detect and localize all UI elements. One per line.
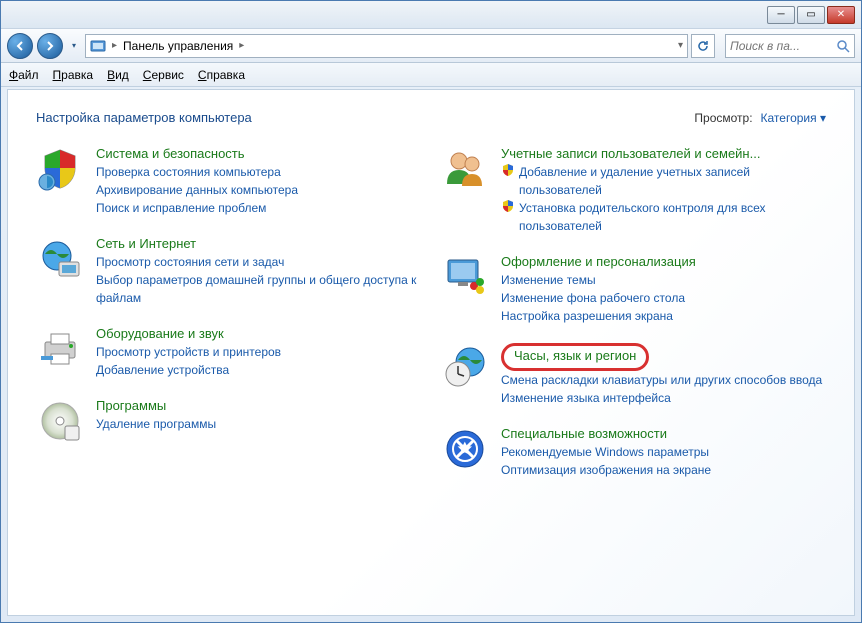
refresh-icon <box>696 39 710 53</box>
navbar: ▾ ▸ Панель управления ▸ ▾ <box>1 29 861 63</box>
maximize-button[interactable]: ▭ <box>797 6 825 24</box>
category-columns: Система и безопасность Проверка состояни… <box>36 145 826 479</box>
breadcrumb-arrow-icon: ▸ <box>239 40 244 51</box>
category-link[interactable]: Изменение языка интерфейса <box>501 389 826 407</box>
monitor-palette-icon <box>441 253 489 301</box>
category-title[interactable]: Сеть и Интернет <box>96 236 196 251</box>
category-hardware: Оборудование и звук Просмотр устройств и… <box>36 325 421 379</box>
category-link[interactable]: Удаление программы <box>96 415 421 433</box>
minimize-button[interactable]: ─ <box>767 6 795 24</box>
menu-view[interactable]: Вид <box>107 68 129 82</box>
category-link[interactable]: Рекомендуемые Windows параметры <box>501 443 826 461</box>
breadcrumb-root[interactable]: Панель управления <box>123 39 233 53</box>
arrow-left-icon <box>14 40 26 52</box>
category-link[interactable]: Просмотр устройств и принтеров <box>96 343 421 361</box>
history-dropdown[interactable]: ▾ <box>67 33 81 59</box>
category-clock-language-region: Часы, язык и регион Смена раскладки клав… <box>441 343 826 407</box>
category-link[interactable]: Архивирование данных компьютера <box>96 181 421 199</box>
close-button[interactable]: ✕ <box>827 6 855 24</box>
address-dropdown-icon[interactable]: ▾ <box>678 40 683 51</box>
category-link[interactable]: Настройка разрешения экрана <box>501 307 826 325</box>
disc-icon <box>36 397 84 445</box>
address-bar[interactable]: ▸ Панель управления ▸ ▾ <box>85 34 688 58</box>
globe-network-icon <box>36 235 84 283</box>
category-link[interactable]: Добавление устройства <box>96 361 421 379</box>
content-header: Настройка параметров компьютера Просмотр… <box>36 110 826 125</box>
category-title[interactable]: Оформление и персонализация <box>501 254 696 269</box>
back-button[interactable] <box>7 33 33 59</box>
uac-shield-icon <box>501 163 515 177</box>
menu-edit[interactable]: Правка <box>53 68 94 82</box>
category-link[interactable]: Поиск и исправление проблем <box>96 199 421 217</box>
category-network: Сеть и Интернет Просмотр состояния сети … <box>36 235 421 307</box>
content-pane: Настройка параметров компьютера Просмотр… <box>7 89 855 616</box>
category-link[interactable]: Изменение темы <box>501 271 826 289</box>
category-link[interactable]: Оптимизация изображения на экране <box>501 461 826 479</box>
menubar: Файл Правка Вид Сервис Справка <box>1 63 861 87</box>
category-link[interactable]: Установка родительского контроля для все… <box>501 199 826 235</box>
view-selector: Просмотр: Категория ▾ <box>694 111 826 125</box>
menu-tools[interactable]: Сервис <box>143 68 184 82</box>
page-title: Настройка параметров компьютера <box>36 110 252 125</box>
shield-icon <box>36 145 84 193</box>
category-link[interactable]: Просмотр состояния сети и задач <box>96 253 421 271</box>
category-ease-of-access: Специальные возможности Рекомендуемые Wi… <box>441 425 826 479</box>
category-title[interactable]: Учетные записи пользователей и семейн... <box>501 146 760 161</box>
category-title[interactable]: Часы, язык и регион <box>514 348 636 363</box>
category-link[interactable]: Смена раскладки клавиатуры или других сп… <box>501 371 826 389</box>
category-user-accounts: Учетные записи пользователей и семейн...… <box>441 145 826 235</box>
search-input[interactable] <box>730 39 832 53</box>
category-title[interactable]: Система и безопасность <box>96 146 245 161</box>
view-label: Просмотр: <box>694 111 752 125</box>
uac-shield-icon <box>501 199 515 213</box>
control-panel-icon <box>90 38 106 54</box>
menu-help[interactable]: Справка <box>198 68 245 82</box>
printer-icon <box>36 325 84 373</box>
menu-file[interactable]: Файл <box>9 68 39 82</box>
refresh-button[interactable] <box>691 34 715 58</box>
category-title[interactable]: Специальные возможности <box>501 426 667 441</box>
category-link[interactable]: Проверка состояния компьютера <box>96 163 421 181</box>
category-link[interactable]: Изменение фона рабочего стола <box>501 289 826 307</box>
forward-button[interactable] <box>37 33 63 59</box>
category-system-security: Система и безопасность Проверка состояни… <box>36 145 421 217</box>
category-appearance: Оформление и персонализация Изменение те… <box>441 253 826 325</box>
window: ─ ▭ ✕ ▾ ▸ Панель управления ▸ ▾ <box>0 0 862 623</box>
highlight-annotation: Часы, язык и регион <box>501 343 649 371</box>
category-title[interactable]: Оборудование и звук <box>96 326 224 341</box>
category-link[interactable]: Выбор параметров домашней группы и общег… <box>96 271 421 307</box>
column-left: Система и безопасность Проверка состояни… <box>36 145 421 479</box>
users-icon <box>441 145 489 193</box>
search-box[interactable] <box>725 34 855 58</box>
ease-of-access-icon <box>441 425 489 473</box>
clock-globe-icon <box>441 343 489 391</box>
column-right: Учетные записи пользователей и семейн...… <box>441 145 826 479</box>
arrow-right-icon <box>44 40 56 52</box>
category-title[interactable]: Программы <box>96 398 166 413</box>
search-icon <box>836 39 850 53</box>
view-dropdown[interactable]: Категория ▾ <box>761 111 826 125</box>
category-programs: Программы Удаление программы <box>36 397 421 445</box>
titlebar: ─ ▭ ✕ <box>1 1 861 29</box>
category-link[interactable]: Добавление и удаление учетных записей по… <box>501 163 826 199</box>
breadcrumb-arrow-icon: ▸ <box>112 40 117 51</box>
